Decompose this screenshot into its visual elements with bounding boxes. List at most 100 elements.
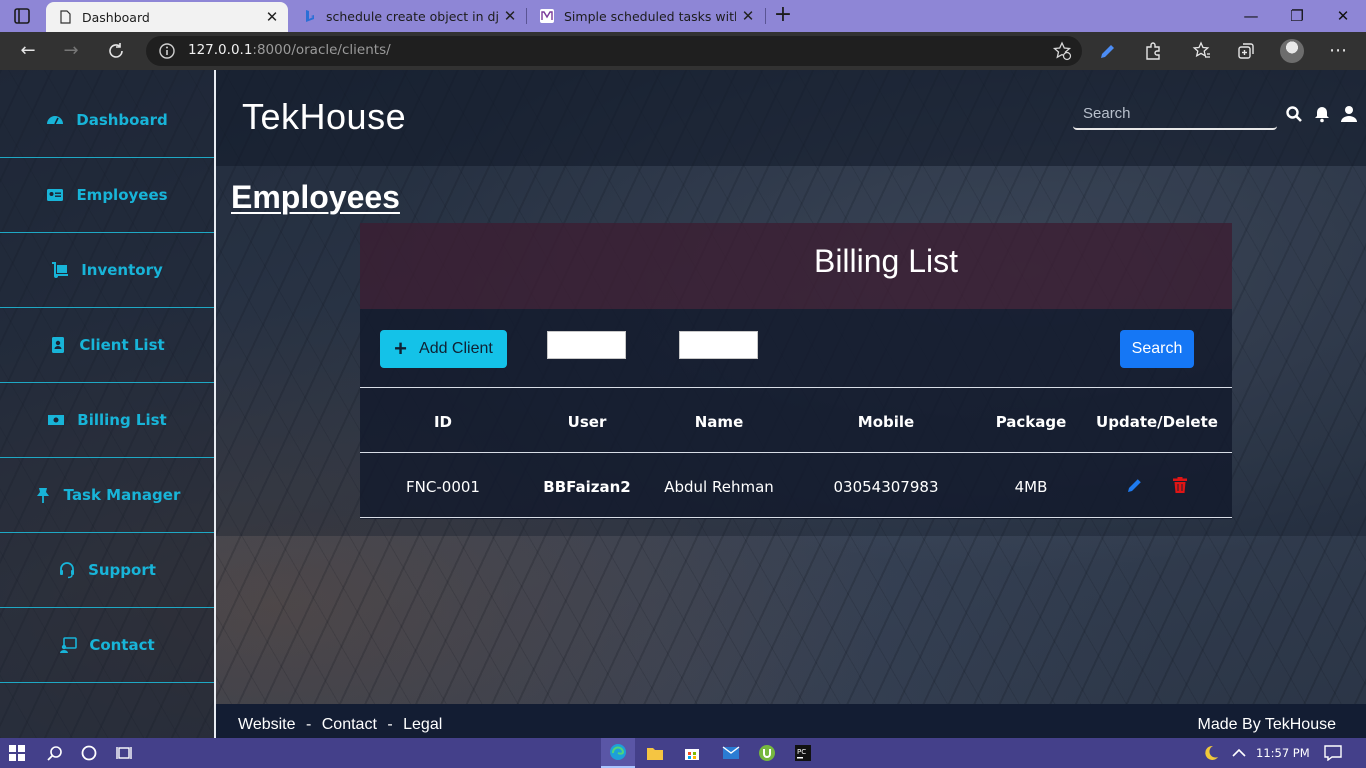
delete-trash-icon[interactable]	[1171, 476, 1189, 494]
store-icon[interactable]	[675, 738, 709, 768]
favorites-icon[interactable]	[1192, 41, 1212, 61]
sidebar-item-dashboard[interactable]: Dashboard	[0, 83, 214, 158]
thumbtack-icon	[36, 488, 49, 503]
sidebar-item-task-manager[interactable]: Task Manager	[0, 458, 214, 533]
column-header-name: Name	[694, 413, 744, 431]
cell-name: Abdul Rehman	[664, 478, 774, 496]
search-button[interactable]: Search	[1120, 330, 1194, 368]
brand-logo-text[interactable]: TekHouse	[242, 96, 406, 138]
contact-icon	[60, 637, 78, 653]
sidebar-item-billing-list[interactable]: Billing List	[0, 383, 214, 458]
url-path: :8000/oracle/clients/	[252, 42, 391, 58]
sidebar-item-label: Billing List	[77, 411, 167, 429]
tab-scheduled-tasks[interactable]: Simple scheduled tasks with Djan ✕	[528, 0, 764, 32]
info-icon[interactable]	[158, 42, 176, 60]
table-header-divider	[360, 452, 1232, 453]
collections-icon[interactable]	[1236, 41, 1256, 61]
address-bar[interactable]: 127.0.0.1:8000/oracle/clients/	[146, 36, 1082, 66]
refresh-icon[interactable]	[106, 41, 126, 61]
minimize-button[interactable]: —	[1228, 0, 1274, 32]
sidebar-item-label: Employees	[76, 186, 168, 204]
filter-input-1[interactable]	[547, 331, 626, 359]
svg-text:PC: PC	[797, 748, 806, 756]
cell-mobile: 03054307983	[833, 478, 939, 496]
restore-button[interactable]: ❐	[1274, 0, 1320, 32]
edge-taskbar-icon[interactable]	[601, 738, 635, 768]
close-icon[interactable]: ✕	[260, 8, 284, 26]
tab-django-schedule[interactable]: schedule create object in django ✕	[290, 0, 526, 32]
card-title: Billing List	[813, 243, 959, 279]
more-menu-icon[interactable]: ⋯	[1325, 39, 1351, 63]
sidebar-item-label: Client List	[79, 336, 165, 354]
mail-icon[interactable]	[714, 738, 748, 768]
bell-icon[interactable]	[1313, 105, 1331, 123]
card-body: + Add Client Search ID User Name Mobile …	[360, 309, 1232, 519]
page-viewport: Dashboard Employees Inventory Client Lis…	[0, 70, 1366, 738]
footer-separator: -	[305, 716, 312, 733]
search-icon[interactable]	[1285, 105, 1303, 123]
edit-pencil-icon[interactable]	[1126, 476, 1144, 494]
footer-link-contact[interactable]: Contact	[322, 716, 377, 733]
tab-title: schedule create object in django	[326, 8, 498, 24]
sidebar-item-label: Dashboard	[76, 111, 168, 129]
site-header: TekHouse	[216, 70, 1366, 166]
sidebar: Dashboard Employees Inventory Client Lis…	[0, 70, 216, 738]
taskbar-search-icon[interactable]	[38, 738, 72, 768]
add-favorite-icon[interactable]	[1052, 41, 1072, 61]
tab-actions-icon[interactable]	[12, 6, 32, 26]
table-top-divider	[360, 387, 1232, 388]
sidebar-item-label: Task Manager	[63, 486, 181, 504]
dolly-icon	[52, 262, 69, 278]
filter-input-2[interactable]	[679, 331, 758, 359]
sidebar-item-contact[interactable]: Contact	[0, 608, 214, 683]
table-row-divider	[360, 517, 1232, 518]
extensions-icon[interactable]	[1143, 41, 1163, 61]
page-icon	[60, 10, 71, 24]
forward-arrow-icon[interactable]: →	[58, 39, 84, 63]
close-window-button[interactable]: ✕	[1320, 0, 1366, 32]
back-arrow-icon[interactable]: ←	[15, 39, 41, 63]
cortana-icon[interactable]	[72, 738, 106, 768]
close-icon[interactable]: ✕	[498, 7, 522, 25]
add-client-label: Add Client	[419, 340, 493, 357]
new-tab-button[interactable]: +	[770, 3, 796, 29]
address-book-icon	[52, 337, 65, 353]
show-hidden-icons-chevron-icon[interactable]	[1222, 738, 1256, 768]
user-icon[interactable]	[1340, 105, 1358, 123]
cell-user: BBFaizan2	[543, 478, 631, 496]
footer-link-legal[interactable]: Legal	[403, 716, 442, 733]
column-header-package: Package	[995, 413, 1067, 431]
close-icon[interactable]: ✕	[736, 7, 760, 25]
bing-icon	[306, 10, 314, 22]
tab-title: Simple scheduled tasks with Djan	[564, 8, 736, 24]
sidebar-item-employees[interactable]: Employees	[0, 158, 214, 233]
profile-avatar[interactable]	[1280, 39, 1304, 63]
sidebar-item-inventory[interactable]: Inventory	[0, 233, 214, 308]
tab-title: Dashboard	[82, 9, 150, 25]
add-client-button[interactable]: + Add Client	[380, 330, 507, 368]
tab-dashboard[interactable]: Dashboard ✕	[46, 2, 288, 32]
header-search-input[interactable]	[1073, 98, 1277, 130]
sidebar-item-label: Support	[88, 561, 156, 579]
notification-center-icon[interactable]	[1316, 738, 1350, 768]
url-text: 127.0.0.1:8000/oracle/clients/	[188, 42, 391, 58]
plus-icon: +	[394, 336, 408, 361]
file-explorer-icon[interactable]	[638, 738, 672, 768]
column-header-user: User	[567, 413, 607, 431]
utorrent-icon[interactable]	[750, 738, 784, 768]
pycharm-icon[interactable]: PC	[786, 738, 820, 768]
page-heading: Employees	[231, 179, 400, 215]
pen-extension-icon[interactable]	[1098, 41, 1118, 61]
footer-link-website[interactable]: Website	[238, 716, 296, 733]
dashboard-icon	[47, 116, 64, 125]
footer-credit: Made By TekHouse	[1197, 716, 1336, 733]
sidebar-item-client-list[interactable]: Client List	[0, 308, 214, 383]
medium-icon	[540, 9, 554, 23]
sidebar-item-support[interactable]: Support	[0, 533, 214, 608]
task-view-icon[interactable]	[108, 738, 142, 768]
taskbar-clock[interactable]: 11:57 PM	[1256, 746, 1310, 760]
windows-start-icon[interactable]	[0, 738, 34, 768]
column-header-update-delete: Update/Delete	[1096, 413, 1218, 431]
money-bill-icon	[48, 415, 65, 425]
cell-id: FNC-0001	[406, 478, 480, 496]
